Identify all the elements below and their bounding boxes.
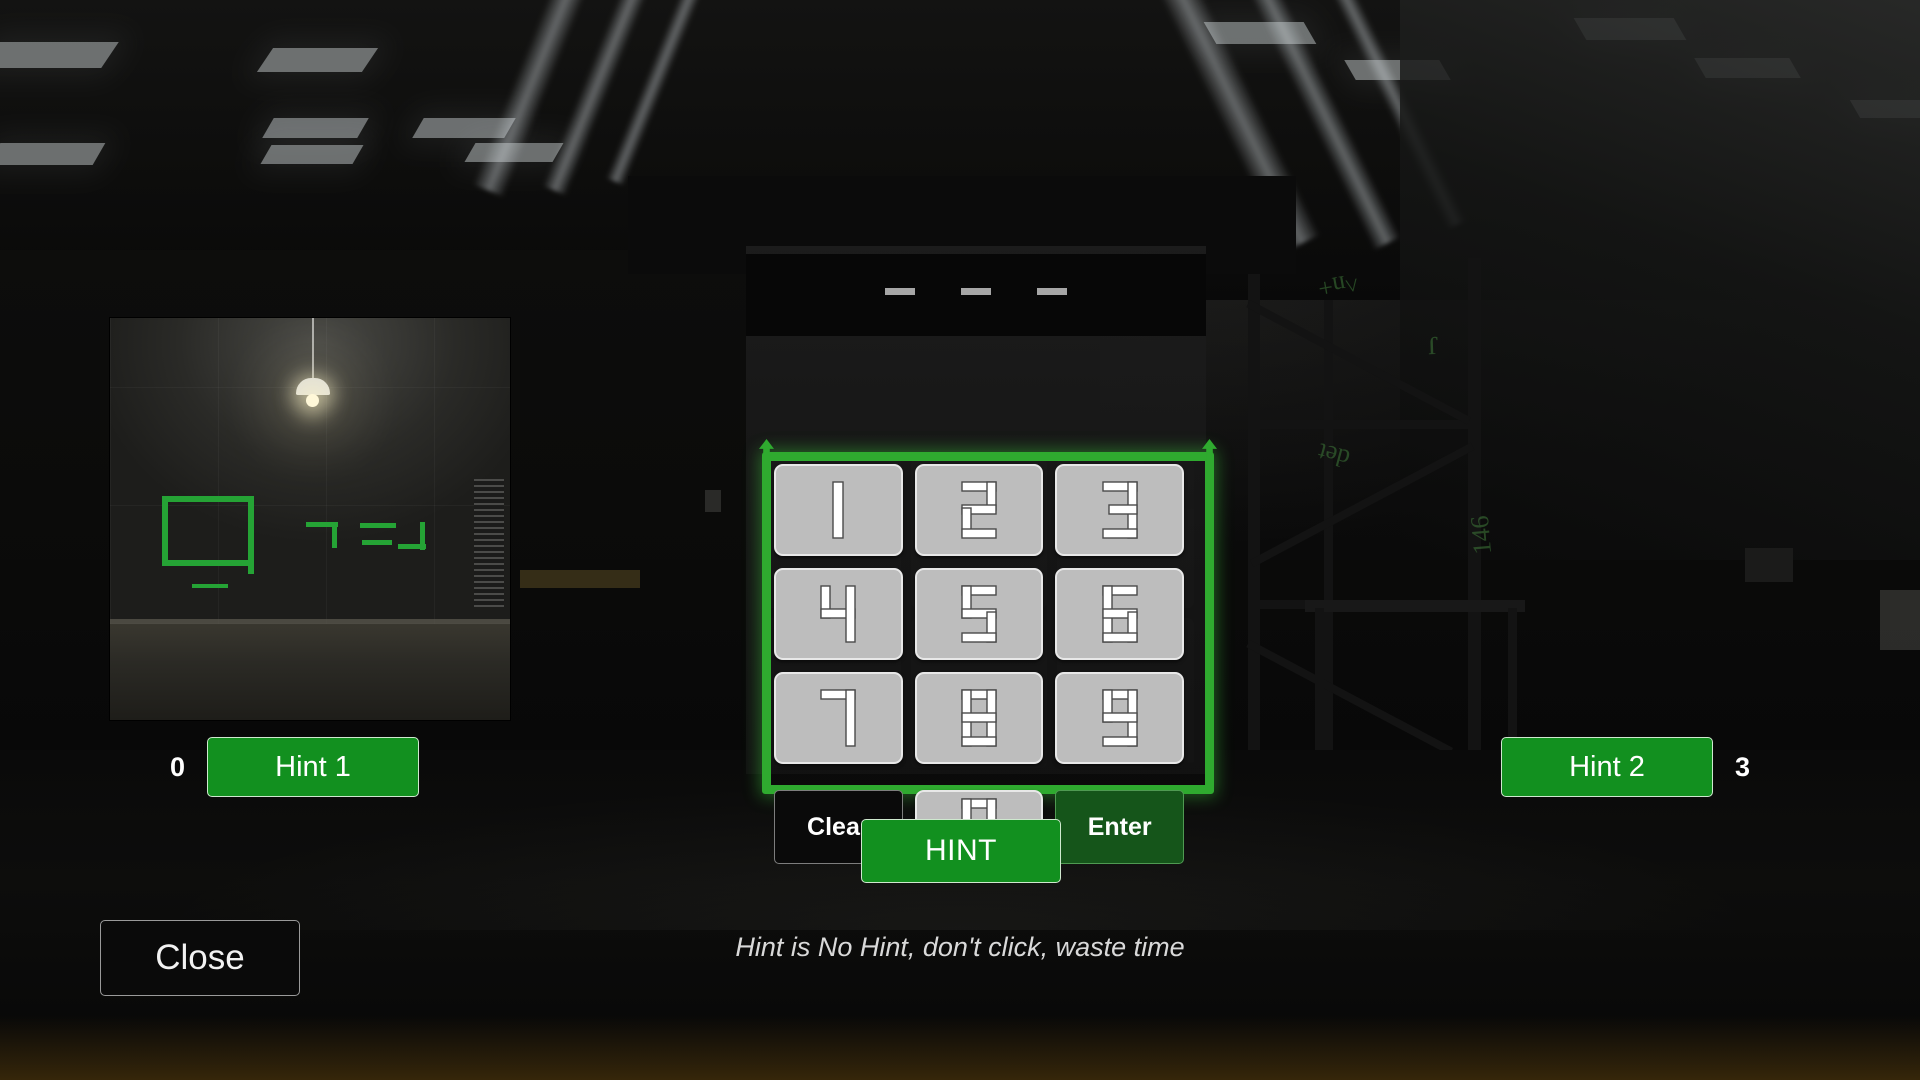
keypad-device: 7 8 9 Clear 0 Enter: [628, 176, 1296, 864]
scaffold-post: [1324, 300, 1333, 780]
hint2-button[interactable]: Hint 2: [1500, 737, 1713, 797]
green-mark: [332, 522, 337, 548]
graffiti-mark: J: [1427, 330, 1439, 361]
graffiti-mark: 146: [1464, 514, 1498, 556]
code-dash: [1037, 288, 1067, 295]
clue-photo: [110, 318, 510, 720]
code-dash: [961, 288, 991, 295]
photo-wall: [110, 318, 510, 624]
keypad-key-3[interactable]: [1055, 464, 1184, 556]
code-dash: [885, 288, 915, 295]
ceiling-light-panel: [256, 48, 379, 72]
code-dashes: [746, 288, 1206, 295]
hint1-count: 0: [170, 751, 186, 782]
hint-bar: 0 Hint 1 Hint 2 3: [0, 737, 1920, 797]
green-mark: [192, 584, 228, 588]
keypad-key-5[interactable]: [914, 568, 1044, 660]
graffiti-mark: det: [1314, 437, 1353, 474]
floor-amber-glow: [0, 1016, 1920, 1080]
keypad-key-2[interactable]: [914, 464, 1044, 556]
keypad-digit-grid: [762, 452, 1214, 794]
hint2-group: Hint 2 3: [1500, 737, 1750, 797]
enter-button[interactable]: Enter: [1055, 790, 1184, 864]
photo-radiator: [474, 478, 504, 607]
distant-crate: [1745, 548, 1793, 582]
keypad-key-1[interactable]: [774, 464, 903, 556]
green-mark: [398, 544, 426, 549]
code-display: [746, 254, 1206, 336]
green-mark: [360, 523, 396, 528]
distant-panel: [1880, 590, 1920, 650]
lamp-bulb-icon: [306, 394, 319, 407]
green-mark: [362, 540, 392, 545]
ceiling-light-panel: [260, 145, 364, 164]
green-mark: [162, 560, 254, 566]
keypad-key-4[interactable]: [774, 568, 903, 660]
photo-floor: [110, 623, 510, 720]
ceiling-light-panel: [0, 143, 106, 165]
scaffold-platform: [1305, 600, 1525, 612]
ceiling-light-panel: [262, 118, 369, 138]
green-mark: [162, 496, 254, 502]
keypad-key-6[interactable]: [1055, 568, 1184, 660]
corridor-band: [520, 570, 640, 588]
hint1-group: 0 Hint 1: [170, 737, 420, 797]
hint-message: Hint is No Hint, don't click, waste time: [735, 932, 1185, 962]
hint1-button[interactable]: Hint 1: [207, 737, 420, 797]
hint-button[interactable]: HINT: [861, 819, 1061, 883]
game-screen: ^n+ J det 146 Clear Enter 0 Hint 1 Hint …: [0, 0, 1920, 1080]
photo-skirting: [110, 618, 510, 624]
hint2-count: 3: [1734, 751, 1750, 782]
green-mark: [162, 496, 168, 566]
ceiling-light-panel: [0, 42, 119, 68]
lamp-cord: [312, 318, 315, 380]
